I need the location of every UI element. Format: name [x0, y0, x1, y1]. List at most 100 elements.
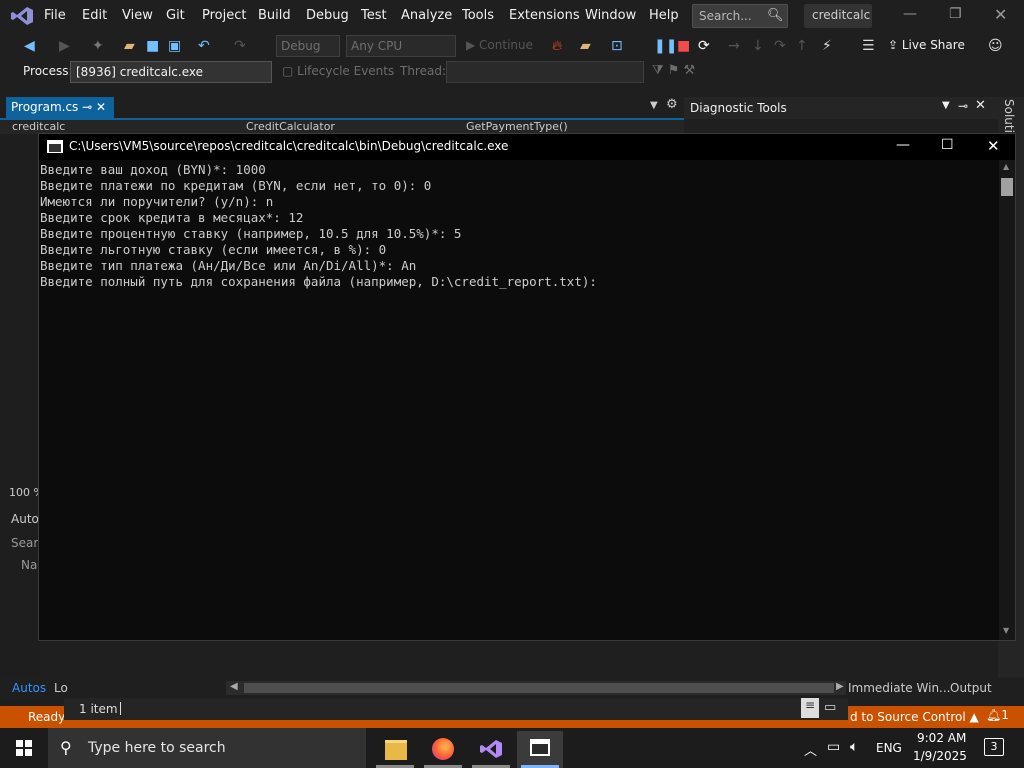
file-explorer-taskbar-icon[interactable] — [372, 731, 418, 768]
menu-item-file[interactable]: File — [44, 8, 66, 23]
volume-muted-icon[interactable]: 🔈︎ — [850, 739, 858, 755]
settings-list-icon[interactable]: ☰ — [862, 38, 875, 54]
menu-item-window[interactable]: Window — [585, 8, 636, 23]
pin-icon[interactable]: ⊸ — [82, 100, 92, 114]
console-taskbar-icon[interactable] — [517, 731, 563, 768]
clock-date[interactable]: 1/9/2025 — [913, 749, 967, 763]
show-next-statement-icon[interactable]: → — [728, 38, 740, 54]
open-folder-icon[interactable]: ▰ — [124, 38, 135, 54]
panel-close-icon[interactable]: ✕ — [975, 98, 986, 113]
scroll-right-icon[interactable]: ▶ — [836, 681, 844, 692]
close-icon[interactable]: ✕ — [994, 5, 1007, 24]
thread-select[interactable] — [446, 61, 644, 83]
source-control-label: d to Source Control — [850, 710, 966, 724]
nav-class[interactable]: CreditCalculator — [246, 120, 335, 133]
clock-time[interactable]: 9:02 AM — [917, 731, 966, 745]
back-icon[interactable]: ◀ — [24, 38, 35, 54]
console-close-icon[interactable]: ✕ — [987, 137, 1000, 155]
browse-folder-icon[interactable]: ▰ — [580, 38, 591, 54]
firefox-taskbar-icon[interactable] — [420, 731, 466, 768]
pause-icon[interactable]: ❚❚ — [654, 38, 677, 54]
hot-reload-icon[interactable]: 🔥︎ — [552, 38, 562, 54]
console-scrollbar[interactable]: ▲ ▼ — [999, 160, 1015, 640]
horizontal-scroll-thumb[interactable] — [244, 683, 834, 693]
configuration-select[interactable]: Debug — [276, 35, 340, 57]
search-icon: 🔍︎ — [767, 8, 784, 23]
forward-icon[interactable]: ▶ — [59, 38, 70, 54]
console-line: Введите льготную ставку (если имеется, в… — [40, 242, 387, 257]
live-share-button[interactable]: ⇪ Live Share — [888, 38, 965, 52]
diagnostic-title: Diagnostic Tools — [690, 101, 787, 115]
tab-close-icon[interactable]: ✕ — [96, 100, 106, 114]
restart-icon[interactable]: ⟳ — [698, 38, 710, 54]
redo-icon[interactable]: ↷ — [234, 38, 246, 54]
process-select[interactable]: [8936] creditcalc.exe — [70, 61, 272, 83]
console-maximize-icon[interactable]: ☐ — [941, 137, 954, 153]
continue-button[interactable]: ▶ Continue — [466, 38, 533, 52]
feedback-icon[interactable]: ☺ — [988, 38, 1003, 54]
menu-item-build[interactable]: Build — [258, 8, 291, 23]
notification-bell-icon[interactable]: 🔔︎1 — [986, 708, 1009, 722]
tab-locals[interactable]: Lo — [54, 681, 68, 695]
nav-member[interactable]: GetPaymentType() — [466, 120, 568, 133]
new-item-icon[interactable]: ✦ — [92, 38, 104, 54]
menu-item-edit[interactable]: Edit — [82, 8, 107, 23]
menu-item-tools[interactable]: Tools — [462, 8, 494, 23]
network-icon[interactable]: ▭ — [827, 739, 840, 755]
notifications-grid-icon[interactable]: ≡ — [801, 698, 819, 718]
settings-icon[interactable]: ⚙ — [666, 97, 678, 112]
save-all-icon[interactable]: ▣ — [168, 38, 181, 54]
restore-icon[interactable]: ❐ — [949, 6, 962, 22]
step-over-icon[interactable]: ↷ — [774, 38, 786, 54]
tab-program-cs[interactable]: Program.cs ⊸ ✕ — [6, 97, 114, 119]
notification-count: 3 — [990, 740, 998, 753]
console-line: Введите полный путь для сохранения файла… — [40, 274, 597, 289]
solution-name-badge[interactable]: creditcalc — [804, 4, 872, 28]
tab-immediate-window[interactable]: Immediate Win... — [848, 681, 951, 695]
search-input[interactable]: Search... 🔍︎ — [692, 4, 788, 28]
menu-item-git[interactable]: Git — [166, 8, 185, 23]
save-icon[interactable]: ■ — [146, 38, 159, 54]
step-into-icon[interactable]: ↓ — [752, 38, 764, 54]
undo-icon[interactable]: ↶ — [198, 38, 210, 54]
console-titlebar[interactable]: C:\Users\VM5\source\repos\creditcalc\cre… — [39, 134, 1015, 160]
menu-item-help[interactable]: Help — [649, 8, 679, 23]
tab-overflow-icon[interactable]: ▼ — [650, 100, 658, 111]
process-label: Process: — [23, 64, 73, 78]
panel-menu-icon[interactable]: ▼ — [942, 100, 950, 111]
windows-start-icon[interactable] — [16, 740, 32, 756]
menu-item-analyze[interactable]: Analyze — [401, 8, 452, 23]
panel-pin-icon[interactable]: ⊸ — [958, 99, 968, 113]
visual-studio-taskbar-icon[interactable] — [468, 731, 514, 768]
tab-output[interactable]: Output — [950, 681, 992, 695]
stop-icon[interactable]: ■ — [677, 38, 690, 54]
menu-item-debug[interactable]: Debug — [306, 8, 349, 23]
platform-select[interactable]: Any CPU — [346, 35, 456, 57]
scroll-left-icon[interactable]: ◀ — [230, 681, 238, 692]
diagnostics-icon[interactable]: ⚡︎ — [822, 38, 832, 54]
console-output[interactable]: Введите ваш доход (BYN)*: 1000 Введите пл… — [39, 162, 997, 640]
console-window[interactable]: C:\Users\VM5\source\repos\creditcalc\cre… — [38, 133, 1016, 641]
console-minimize-icon[interactable]: — — [896, 137, 910, 153]
show-hidden-icons-icon[interactable]: ︿ — [804, 740, 817, 759]
search-placeholder: Search... — [699, 9, 752, 23]
menu-item-extensions[interactable]: Extensions — [509, 8, 580, 23]
menu-item-test[interactable]: Test — [361, 8, 387, 23]
add-to-source-control-button[interactable]: d to Source Control ▲ — [850, 710, 979, 724]
menu-item-project[interactable]: Project — [202, 8, 246, 23]
status-notif-count: 1 — [1001, 708, 1009, 722]
minimize-icon[interactable]: — — [903, 6, 917, 22]
visual-studio-logo-icon[interactable] — [10, 6, 34, 26]
lifecycle-events-button[interactable]: ▢ Lifecycle Events — [282, 64, 394, 78]
step-out-icon[interactable]: ↑ — [796, 38, 808, 54]
filter-icon[interactable]: ⧩ ⚑ ⚒ — [652, 63, 695, 78]
menu-item-view[interactable]: View — [122, 8, 153, 23]
language-indicator[interactable]: ENG — [876, 741, 902, 755]
tab-autos[interactable]: Autos — [12, 681, 46, 695]
left-panel — [0, 134, 40, 714]
console-scroll-thumb[interactable] — [1001, 178, 1013, 196]
screenshot-icon[interactable]: ⊡ — [611, 38, 623, 54]
nav-project[interactable]: creditcalc — [12, 120, 65, 133]
notification-center-icon[interactable]: 3 — [984, 738, 1004, 756]
layout-icon[interactable]: ▭ — [824, 700, 836, 715]
